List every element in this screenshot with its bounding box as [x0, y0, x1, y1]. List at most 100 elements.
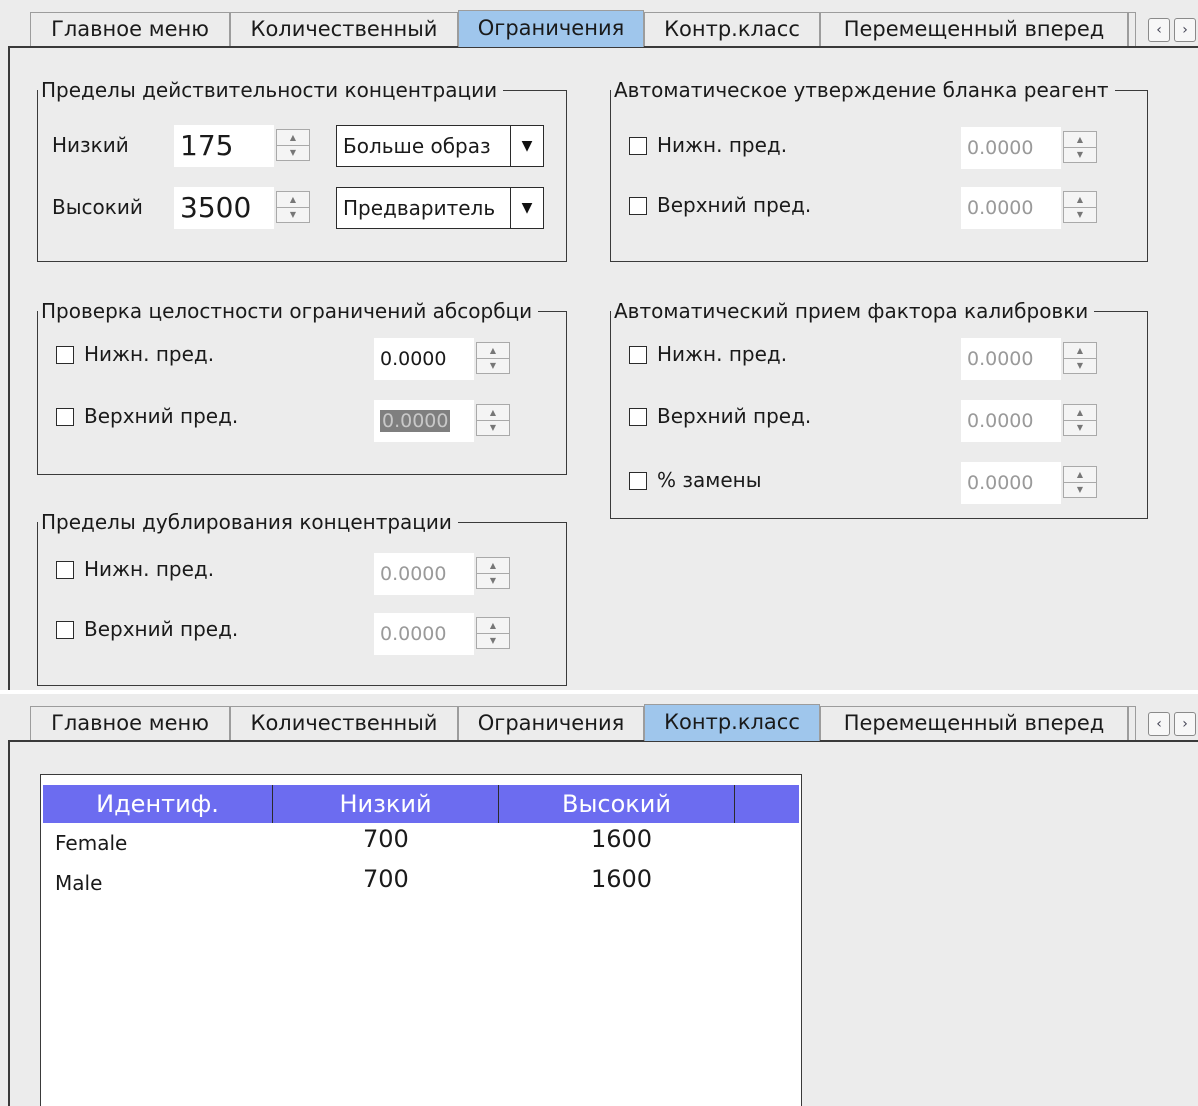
table-row[interactable]: Female 700 1600 — [43, 823, 799, 863]
column-header-id[interactable]: Идентиф. — [43, 785, 273, 823]
tab-scroll-left-icon[interactable]: ‹ — [1148, 712, 1170, 736]
absorbance-lower-spinner[interactable]: ▲ ▼ — [476, 342, 510, 374]
tab-quantitative[interactable]: Количественный — [230, 12, 458, 46]
spinner-down-icon[interactable]: ▼ — [277, 145, 309, 160]
spinner-down-icon[interactable]: ▼ — [477, 573, 509, 588]
calib-lower-label: Нижн. пред. — [657, 342, 788, 366]
calib-upper-spinner[interactable]: ▲ ▼ — [1063, 404, 1097, 436]
absorbance-upper-spinner[interactable]: ▲ ▼ — [476, 404, 510, 436]
blank-lower-input[interactable]: 0.0000 — [961, 127, 1061, 169]
column-header-high[interactable]: Высокий — [499, 785, 735, 823]
calib-upper-label: Верхний пред. — [657, 404, 812, 428]
row-high: 1600 — [591, 825, 653, 853]
calib-lower-input[interactable]: 0.0000 — [961, 338, 1061, 380]
calib-upper-checkbox[interactable] — [629, 408, 647, 426]
tab-moved-forward[interactable]: Перемещенный вперед — [820, 706, 1128, 740]
calibration-factor-title: Автоматический прием фактора калибровки — [611, 299, 1095, 323]
tab-scroll-right-icon[interactable]: › — [1174, 712, 1196, 736]
spinner-down-icon[interactable]: ▼ — [477, 420, 509, 435]
tab-control-class[interactable]: Контр.класс — [644, 12, 820, 46]
spinner-up-icon[interactable]: ▲ — [1064, 467, 1096, 483]
duplicate-lower-checkbox[interactable] — [56, 561, 74, 579]
high-limit-spinner[interactable]: ▲ ▼ — [276, 191, 310, 223]
duplicate-lower-label: Нижн. пред. — [84, 557, 215, 581]
low-limit-input[interactable]: 175 — [174, 125, 274, 167]
absorbance-lower-checkbox[interactable] — [56, 346, 74, 364]
duplicate-upper-label: Верхний пред. — [84, 617, 239, 641]
spinner-up-icon[interactable]: ▲ — [1064, 405, 1096, 421]
duplicate-upper-spinner[interactable]: ▲ ▼ — [476, 617, 510, 649]
spinner-down-icon[interactable]: ▼ — [1064, 420, 1096, 435]
chevron-down-icon[interactable]: ▼ — [510, 126, 543, 166]
tab-scroll-right-icon[interactable]: › — [1174, 18, 1196, 42]
calib-upper-input[interactable]: 0.0000 — [961, 400, 1061, 442]
duplicate-upper-input[interactable]: 0.0000 — [374, 613, 474, 655]
duplicate-lower-spinner[interactable]: ▲ ▼ — [476, 557, 510, 589]
tab-limits[interactable]: Ограничения — [458, 10, 644, 47]
calib-replace-input[interactable]: 0.0000 — [961, 462, 1061, 504]
calib-replace-checkbox[interactable] — [629, 472, 647, 490]
spinner-up-icon[interactable]: ▲ — [477, 558, 509, 574]
chevron-down-icon[interactable]: ▼ — [510, 188, 543, 228]
spinner-up-icon[interactable]: ▲ — [477, 405, 509, 421]
spinner-down-icon[interactable]: ▼ — [1064, 207, 1096, 222]
tab-quantitative[interactable]: Количественный — [230, 706, 458, 740]
spinner-up-icon[interactable]: ▲ — [1064, 132, 1096, 148]
spinner-up-icon[interactable]: ▲ — [477, 618, 509, 634]
tab-control-class[interactable]: Контр.класс — [644, 704, 820, 741]
high-action-select[interactable]: Предваритель ▼ — [336, 187, 544, 229]
spinner-down-icon[interactable]: ▼ — [1064, 482, 1096, 497]
spinner-down-icon[interactable]: ▼ — [477, 358, 509, 373]
calib-lower-spinner[interactable]: ▲ ▼ — [1063, 342, 1097, 374]
low-action-select[interactable]: Больше образ ▼ — [336, 125, 544, 167]
calib-lower-checkbox[interactable] — [629, 346, 647, 364]
blank-upper-input[interactable]: 0.0000 — [961, 187, 1061, 229]
reagent-blank-group: Автоматическое утверждение бланка реаген… — [610, 78, 1148, 262]
blank-lower-checkbox[interactable] — [629, 137, 647, 155]
blank-upper-spinner[interactable]: ▲ ▼ — [1063, 191, 1097, 223]
spinner-up-icon[interactable]: ▲ — [277, 192, 309, 208]
absorbance-upper-checkbox[interactable] — [56, 408, 74, 426]
calib-replace-spinner[interactable]: ▲ ▼ — [1063, 466, 1097, 498]
blank-lower-spinner[interactable]: ▲ ▼ — [1063, 131, 1097, 163]
blank-upper-checkbox[interactable] — [629, 197, 647, 215]
row-low: 700 — [363, 865, 409, 893]
spinner-down-icon[interactable]: ▼ — [1064, 147, 1096, 162]
absorbance-upper-label: Верхний пред. — [84, 404, 239, 428]
spinner-up-icon[interactable]: ▲ — [477, 343, 509, 359]
limits-screen: Главное меню Количественный Ограничения … — [0, 0, 1198, 690]
calibration-factor-group: Автоматический прием фактора калибровки … — [610, 299, 1148, 519]
absorbance-lower-input[interactable]: 0.0000 — [374, 338, 474, 380]
tab-limits[interactable]: Ограничения — [458, 706, 644, 740]
high-limit-input[interactable]: 3500 — [174, 187, 274, 229]
reagent-blank-title: Автоматическое утверждение бланка реаген… — [611, 78, 1115, 102]
spinner-down-icon[interactable]: ▼ — [477, 633, 509, 648]
low-action-value: Больше образ — [343, 134, 491, 158]
row-high: 1600 — [591, 865, 653, 893]
spinner-up-icon[interactable]: ▲ — [1064, 192, 1096, 208]
spinner-up-icon[interactable]: ▲ — [1064, 343, 1096, 359]
duplicate-limits-title: Пределы дублирования концентрации — [38, 510, 458, 534]
tab-scroll-left-icon[interactable]: ‹ — [1148, 18, 1170, 42]
table-header: Идентиф. Низкий Высокий — [43, 785, 799, 823]
absorbance-upper-input[interactable]: 0.0000 — [374, 400, 474, 442]
row-low: 700 — [363, 825, 409, 853]
spinner-down-icon[interactable]: ▼ — [1064, 358, 1096, 373]
spinner-up-icon[interactable]: ▲ — [277, 130, 309, 146]
duplicate-upper-checkbox[interactable] — [56, 621, 74, 639]
absorbance-check-title: Проверка целостности ограничений абсорбц… — [38, 299, 539, 323]
absorbance-check-group: Проверка целостности ограничений абсорбц… — [37, 299, 567, 475]
column-header-low[interactable]: Низкий — [273, 785, 499, 823]
duplicate-lower-input[interactable]: 0.0000 — [374, 553, 474, 595]
validity-limits-title: Пределы действительности концентрации — [38, 78, 504, 102]
spinner-down-icon[interactable]: ▼ — [277, 207, 309, 222]
tab-moved-forward[interactable]: Перемещенный вперед — [820, 12, 1128, 46]
low-limit-spinner[interactable]: ▲ ▼ — [276, 129, 310, 161]
control-class-screen: Главное меню Количественный Ограничения … — [0, 694, 1198, 1106]
validity-limits-group: Пределы действительности концентрации Ни… — [37, 78, 567, 262]
control-class-table[interactable]: Идентиф. Низкий Высокий Female 700 1600 … — [40, 774, 802, 1106]
table-row[interactable]: Male 700 1600 — [43, 863, 799, 903]
row-id: Female — [55, 831, 128, 855]
tab-main-menu[interactable]: Главное меню — [30, 12, 230, 46]
tab-main-menu[interactable]: Главное меню — [30, 706, 230, 740]
